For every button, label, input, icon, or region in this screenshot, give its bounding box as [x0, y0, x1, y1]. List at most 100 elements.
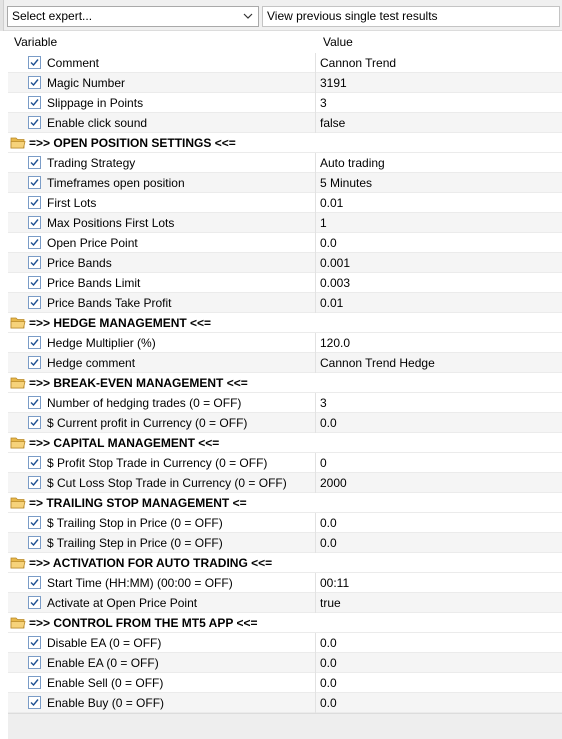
group-header[interactable]: =>> BREAK-EVEN MANAGEMENT <<=	[8, 373, 562, 393]
param-value[interactable]: 120.0	[320, 333, 350, 353]
param-value[interactable]: Cannon Trend	[320, 53, 396, 73]
param-row[interactable]: $ Profit Stop Trade in Currency (0 = OFF…	[8, 453, 562, 473]
grid-footer	[8, 713, 562, 739]
param-row[interactable]: Price Bands 0.001	[8, 253, 562, 273]
param-value[interactable]: true	[320, 593, 341, 613]
param-row[interactable]: Price Bands Limit 0.003	[8, 273, 562, 293]
checkbox-checked-icon[interactable]	[28, 636, 41, 649]
param-row[interactable]: Magic Number 3191	[8, 73, 562, 93]
checkbox-checked-icon[interactable]	[28, 536, 41, 549]
param-value[interactable]: 0.0	[320, 233, 337, 253]
group-header[interactable]: =>> CAPITAL MANAGEMENT <<=	[8, 433, 562, 453]
column-variable[interactable]: Variable	[14, 32, 57, 52]
param-row[interactable]: Enable click sound false	[8, 113, 562, 133]
param-value[interactable]: false	[320, 113, 345, 133]
expert-select[interactable]: Select expert...	[7, 6, 259, 27]
column-divider	[315, 233, 316, 253]
param-row[interactable]: Open Price Point 0.0	[8, 233, 562, 253]
param-value[interactable]: 3	[320, 93, 327, 113]
checkbox-checked-icon[interactable]	[28, 116, 41, 129]
column-divider	[315, 173, 316, 193]
checkbox-checked-icon[interactable]	[28, 396, 41, 409]
checkbox-checked-icon[interactable]	[28, 276, 41, 289]
param-value[interactable]: 3191	[320, 73, 347, 93]
group-header[interactable]: => TRAILING STOP MANAGEMENT <=	[8, 493, 562, 513]
checkbox-checked-icon[interactable]	[28, 356, 41, 369]
group-header[interactable]: =>> OPEN POSITION SETTINGS <<=	[8, 133, 562, 153]
param-row[interactable]: $ Trailing Step in Price (0 = OFF) 0.0	[8, 533, 562, 553]
param-value[interactable]: 0.01	[320, 293, 343, 313]
checkbox-checked-icon[interactable]	[28, 156, 41, 169]
checkbox-checked-icon[interactable]	[28, 256, 41, 269]
checkbox-checked-icon[interactable]	[28, 296, 41, 309]
param-value[interactable]: 2000	[320, 473, 347, 493]
checkbox-checked-icon[interactable]	[28, 216, 41, 229]
param-value[interactable]: 0.0	[320, 633, 337, 653]
checkbox-checked-icon[interactable]	[28, 476, 41, 489]
param-row[interactable]: Hedge Multiplier (%) 120.0	[8, 333, 562, 353]
param-value[interactable]: Cannon Trend Hedge	[320, 353, 435, 373]
param-row[interactable]: Enable Sell (0 = OFF) 0.0	[8, 673, 562, 693]
param-value[interactable]: 5 Minutes	[320, 173, 372, 193]
param-row[interactable]: Comment Cannon Trend	[8, 53, 562, 73]
param-value[interactable]: 0	[320, 453, 327, 473]
param-value[interactable]: Auto trading	[320, 153, 385, 173]
checkbox-checked-icon[interactable]	[28, 76, 41, 89]
param-row[interactable]: Max Positions First Lots 1	[8, 213, 562, 233]
param-row[interactable]: Enable EA (0 = OFF) 0.0	[8, 653, 562, 673]
checkbox-checked-icon[interactable]	[28, 576, 41, 589]
checkbox-checked-icon[interactable]	[28, 196, 41, 209]
param-row[interactable]: $ Current profit in Currency (0 = OFF) 0.…	[8, 413, 562, 433]
column-divider	[315, 653, 316, 673]
param-row[interactable]: Number of hedging trades (0 = OFF) 3	[8, 393, 562, 413]
checkbox-checked-icon[interactable]	[28, 96, 41, 109]
param-name: $ Profit Stop Trade in Currency (0 = OFF…	[47, 456, 268, 470]
param-row[interactable]: Enable Buy (0 = OFF) 0.0	[8, 693, 562, 713]
param-value[interactable]: 0.001	[320, 253, 350, 273]
checkbox-checked-icon[interactable]	[28, 516, 41, 529]
param-row[interactable]: Price Bands Take Profit 0.01	[8, 293, 562, 313]
group-title: =>> CONTROL FROM THE MT5 APP <<=	[29, 616, 258, 630]
param-value[interactable]: 0.0	[320, 653, 337, 673]
checkbox-checked-icon[interactable]	[28, 236, 41, 249]
param-name: Enable EA (0 = OFF)	[47, 656, 159, 670]
param-value[interactable]: 0.0	[320, 533, 337, 553]
param-value[interactable]: 0.0	[320, 673, 337, 693]
param-value[interactable]: 0.0	[320, 413, 337, 433]
param-value[interactable]: 1	[320, 213, 327, 233]
group-header[interactable]: =>> HEDGE MANAGEMENT <<=	[8, 313, 562, 333]
checkbox-checked-icon[interactable]	[28, 656, 41, 669]
param-row[interactable]: Timeframes open position 5 Minutes	[8, 173, 562, 193]
checkbox-checked-icon[interactable]	[28, 456, 41, 469]
group-header[interactable]: =>> CONTROL FROM THE MT5 APP <<=	[8, 613, 562, 633]
param-name: Max Positions First Lots	[47, 216, 175, 230]
param-value[interactable]: 0.003	[320, 273, 350, 293]
group-title: =>> CAPITAL MANAGEMENT <<=	[29, 436, 220, 450]
param-value[interactable]: 00:11	[320, 573, 349, 593]
param-row[interactable]: Slippage in Points 3	[8, 93, 562, 113]
param-name: Enable click sound	[47, 116, 148, 130]
param-row[interactable]: $ Trailing Stop in Price (0 = OFF) 0.0	[8, 513, 562, 533]
param-row[interactable]: Trading Strategy Auto trading	[8, 153, 562, 173]
checkbox-checked-icon[interactable]	[28, 596, 41, 609]
checkbox-checked-icon[interactable]	[28, 176, 41, 189]
folder-open-icon	[10, 616, 26, 630]
param-value[interactable]: 0.0	[320, 513, 337, 533]
group-header[interactable]: =>> ACTIVATION FOR AUTO TRADING <<=	[8, 553, 562, 573]
param-row[interactable]: Hedge comment Cannon Trend Hedge	[8, 353, 562, 373]
param-row[interactable]: Disable EA (0 = OFF) 0.0	[8, 633, 562, 653]
checkbox-checked-icon[interactable]	[28, 676, 41, 689]
param-row[interactable]: Activate at Open Price Point true	[8, 593, 562, 613]
param-row[interactable]: Start Time (HH:MM) (00:00 = OFF) 00:11	[8, 573, 562, 593]
view-previous-results-button[interactable]: View previous single test results	[262, 6, 560, 27]
checkbox-checked-icon[interactable]	[28, 416, 41, 429]
checkbox-checked-icon[interactable]	[28, 56, 41, 69]
param-row[interactable]: $ Cut Loss Stop Trade in Currency (0 = O…	[8, 473, 562, 493]
param-row[interactable]: First Lots 0.01	[8, 193, 562, 213]
column-value[interactable]: Value	[323, 32, 353, 52]
checkbox-checked-icon[interactable]	[28, 696, 41, 709]
param-value[interactable]: 0.0	[320, 693, 337, 713]
checkbox-checked-icon[interactable]	[28, 336, 41, 349]
param-value[interactable]: 0.01	[320, 193, 343, 213]
param-value[interactable]: 3	[320, 393, 327, 413]
